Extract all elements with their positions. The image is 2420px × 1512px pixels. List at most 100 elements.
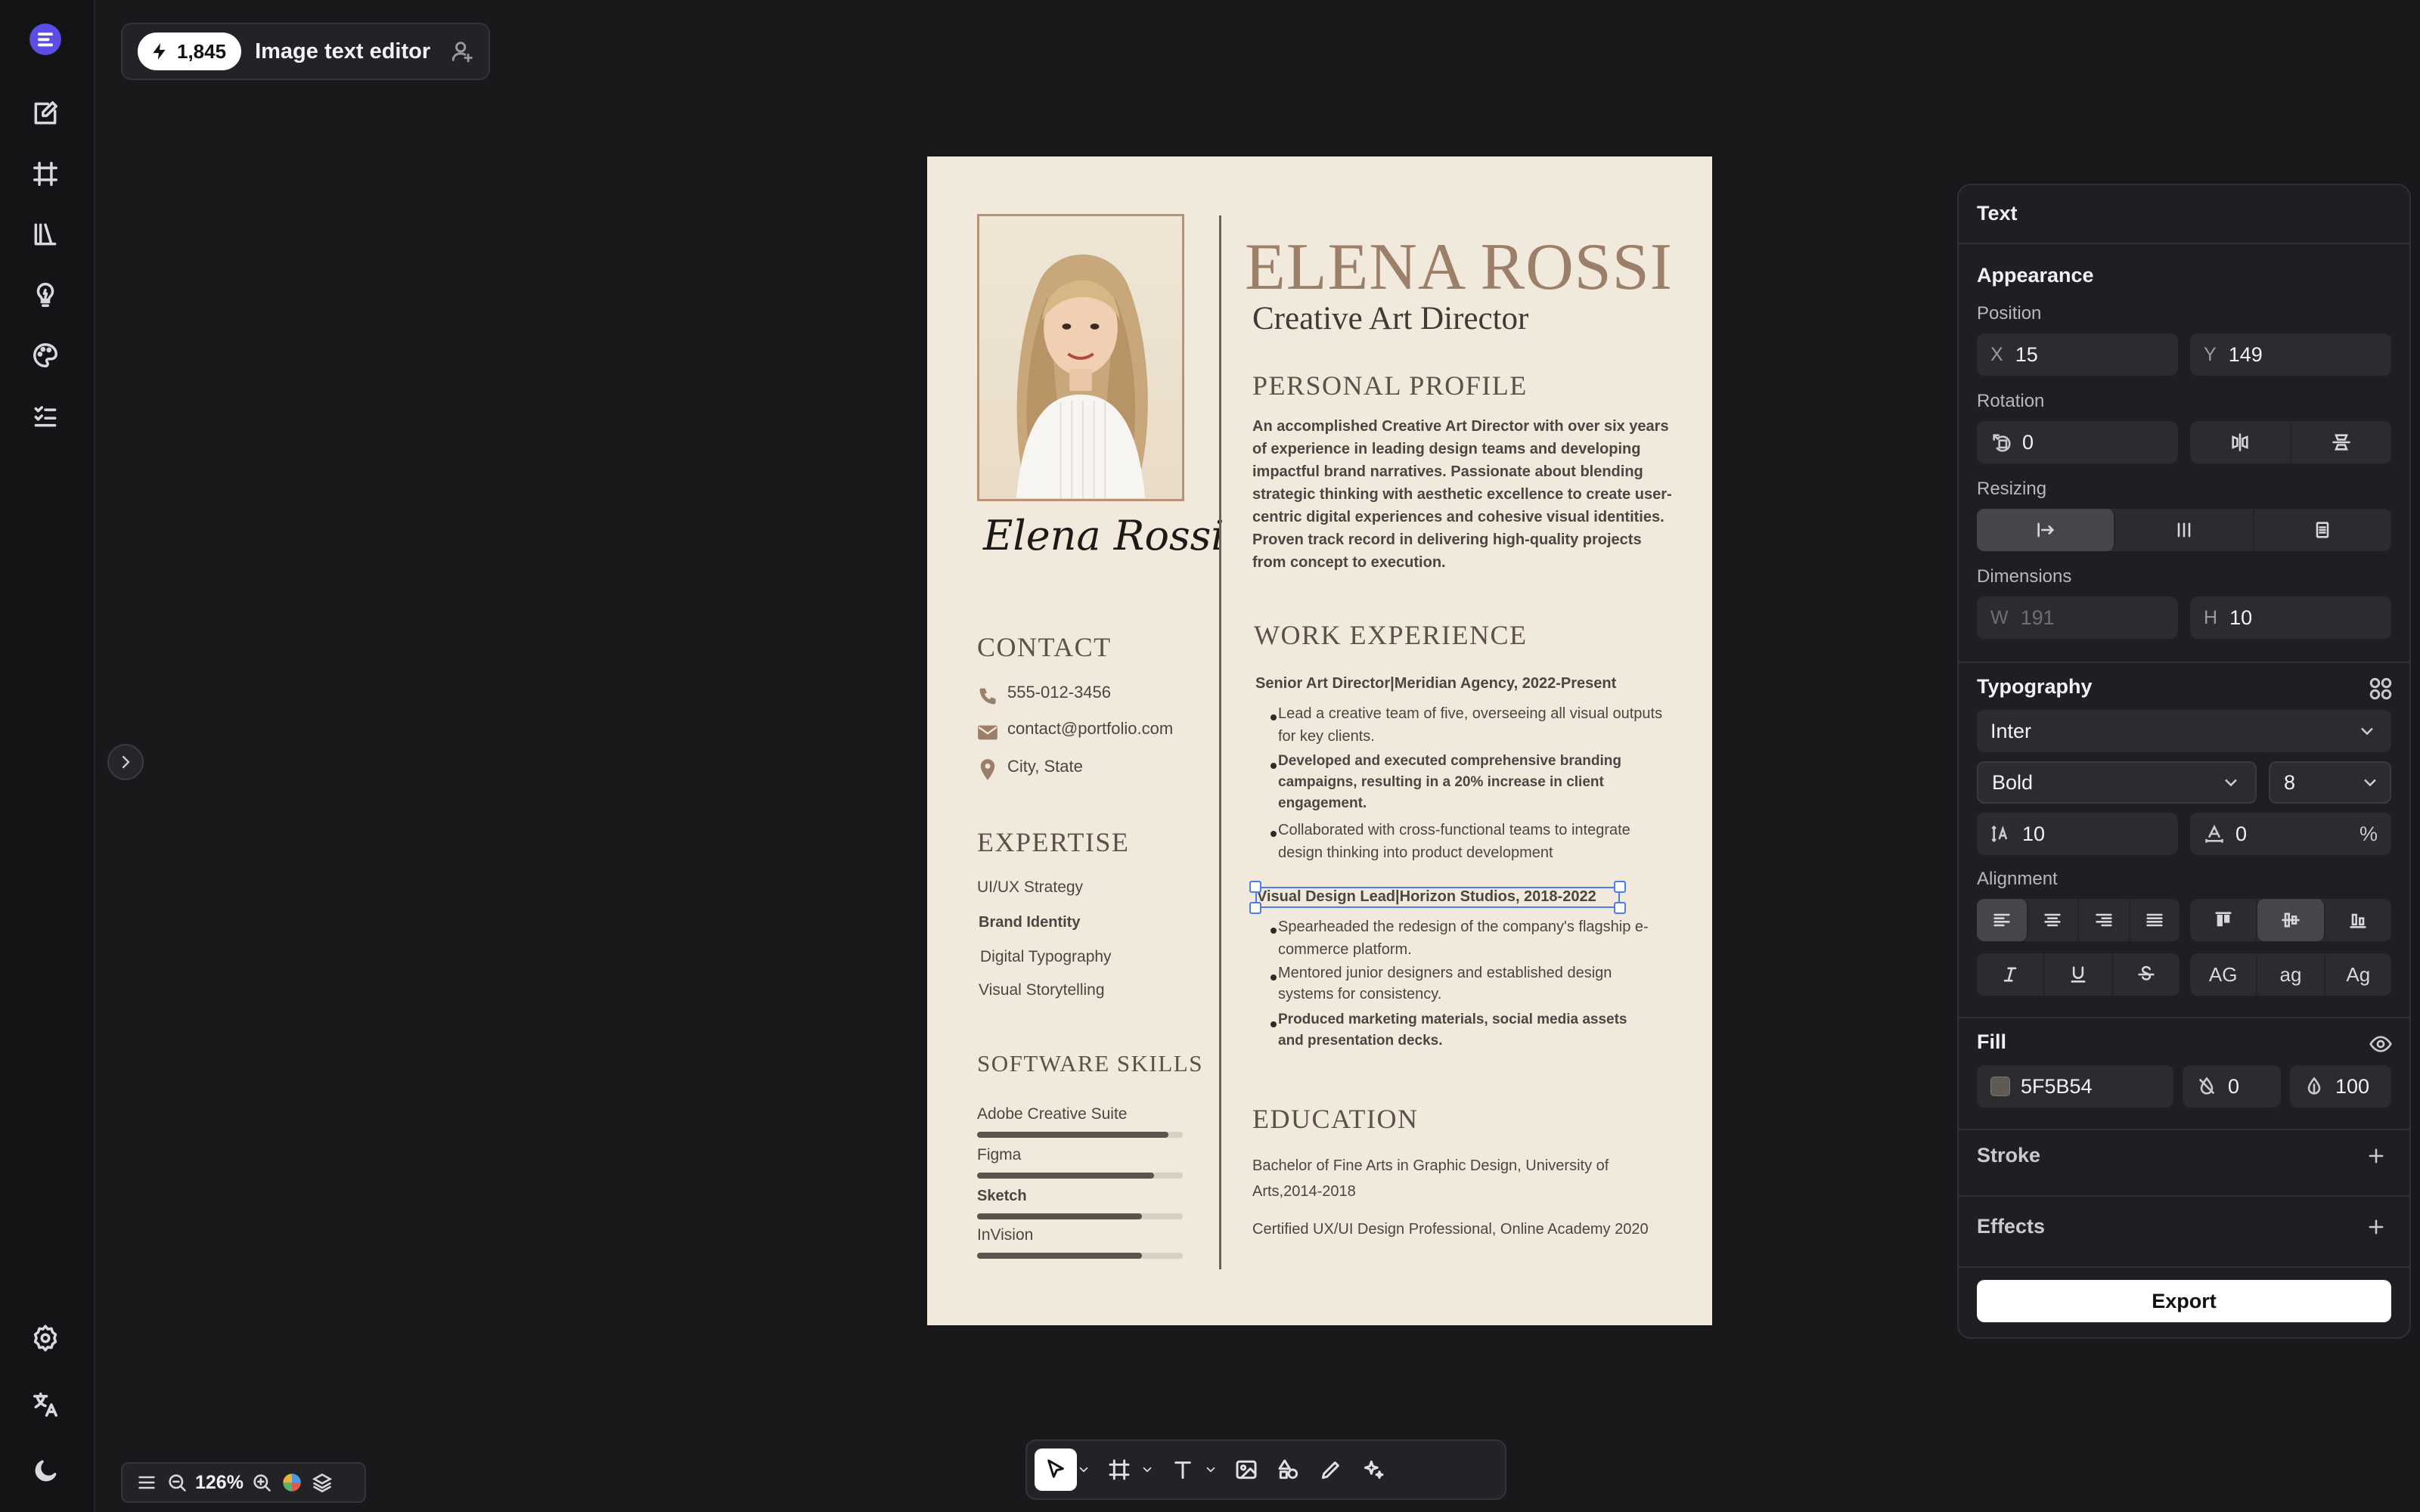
italic-button[interactable] [1977,953,2045,996]
palette-icon[interactable] [29,339,62,372]
fill-color-swatch[interactable] [1990,1077,2010,1096]
fill-opacity-input[interactable]: 100 [2290,1065,2391,1108]
chevron-down-icon[interactable] [1140,1463,1154,1476]
contact-email[interactable]: contact@portfolio.com [1007,717,1173,740]
edit-icon[interactable] [29,97,62,130]
moon-icon[interactable] [29,1455,62,1488]
education-item[interactable]: Certified UX/UI Design Professional, Onl… [1252,1216,1661,1242]
ai-tool-button[interactable] [1352,1448,1395,1491]
select-tool-button[interactable] [1035,1448,1077,1491]
text-tool-button[interactable] [1162,1448,1204,1491]
chevron-down-icon[interactable] [1204,1463,1218,1476]
work-heading[interactable]: WORK EXPERIENCE [1254,619,1527,651]
font-family-select[interactable]: Inter [1977,710,2391,752]
resize-handle[interactable] [1614,902,1626,914]
contact-heading[interactable]: CONTACT [977,631,1112,663]
library-icon[interactable] [29,218,62,251]
settings-icon[interactable] [29,1321,62,1355]
expertise-item[interactable]: UI/UX Strategy [977,876,1083,899]
job-bullet[interactable]: Collaborated with cross-functional teams… [1278,819,1671,864]
rotation-input[interactable]: 0 [1977,421,2178,463]
expertise-item[interactable]: Digital Typography [980,946,1112,968]
resize-handle[interactable] [1614,881,1626,893]
line-height-input[interactable]: 10 [1977,813,2178,855]
letter-spacing-input[interactable]: 0 % [2190,813,2391,855]
signature[interactable]: Elena Rossi [983,512,1224,559]
uppercase-button[interactable]: AG [2190,953,2258,996]
strikethrough-button[interactable] [2113,953,2180,996]
checklist-icon[interactable] [29,399,62,432]
software-heading[interactable]: SOFTWARE SKILLS [977,1050,1203,1077]
image-tool-button[interactable] [1225,1448,1267,1491]
app-logo-icon[interactable] [29,23,62,56]
profile-heading[interactable]: PERSONAL PROFILE [1252,370,1528,401]
add-effect-icon[interactable] [2366,1216,2387,1238]
resize-auto-width-button[interactable] [1977,509,2116,551]
align-center-button[interactable] [2028,899,2079,941]
pen-tool-button[interactable] [1310,1448,1352,1491]
lowercase-button[interactable]: ag [2257,953,2325,996]
layers-icon[interactable] [312,1472,333,1493]
color-wheel-icon[interactable] [281,1472,302,1493]
x-input[interactable]: X 15 [1977,333,2178,376]
resize-handle[interactable] [1249,902,1261,914]
menu-icon[interactable] [136,1472,157,1493]
lightbulb-icon[interactable] [29,278,62,311]
translate-icon[interactable] [29,1388,62,1421]
credits-badge[interactable]: 1,845 [138,33,242,70]
add-user-icon[interactable] [450,39,476,64]
software-name[interactable]: Figma [977,1144,1021,1167]
resize-handle[interactable] [1249,881,1261,893]
resume-name[interactable]: ELENA ROSSI [1245,229,1673,305]
y-input[interactable]: Y 149 [2190,333,2391,376]
export-button[interactable]: Export [1977,1280,2391,1322]
expertise-item[interactable]: Visual Storytelling [979,979,1105,1002]
align-top-button[interactable] [2190,899,2258,941]
height-input[interactable]: H 10 [2190,596,2391,639]
job-bullet[interactable]: Spearheaded the redesign of the company'… [1278,916,1671,961]
chevron-down-icon[interactable] [1077,1463,1091,1476]
width-input[interactable]: W 191 [1977,596,2178,639]
fill-color-input[interactable]: 5F5B54 [1977,1065,2173,1108]
expand-panel-button[interactable] [107,744,144,780]
software-name[interactable]: Sketch [977,1185,1027,1207]
align-left-button[interactable] [1977,899,2028,941]
flip-horizontal-button[interactable] [2190,421,2291,463]
job-bullet[interactable]: Developed and executed comprehensive bra… [1278,751,1656,814]
shapes-tool-button[interactable] [1267,1448,1310,1491]
education-item[interactable]: Bachelor of Fine Arts in Graphic Design,… [1252,1153,1661,1204]
align-right-button[interactable] [2079,899,2130,941]
align-justify-button[interactable] [2130,899,2180,941]
software-name[interactable]: InVision [977,1224,1033,1247]
frame-tool-button[interactable] [1098,1448,1140,1491]
project-title[interactable]: Image text editor [255,39,430,64]
text-styles-icon[interactable] [2367,675,2394,702]
effects-heading[interactable]: Effects [1977,1215,2045,1238]
eye-icon[interactable] [2369,1032,2393,1056]
text-selection-box[interactable] [1255,887,1620,908]
font-size-input[interactable]: 8 [2269,761,2391,804]
resume-role[interactable]: Creative Art Director [1252,300,1528,337]
zoom-out-icon[interactable] [166,1472,188,1493]
profile-text[interactable]: An accomplished Creative Art Director wi… [1252,415,1676,574]
job-bullet[interactable]: Mentored junior designers and establishe… [1278,962,1656,1005]
frame-icon[interactable] [29,157,62,191]
flip-vertical-button[interactable] [2291,421,2391,463]
stroke-heading[interactable]: Stroke [1977,1144,2040,1167]
job-title[interactable]: Senior Art Director|Meridian Agency, 202… [1255,672,1616,695]
contact-location[interactable]: City, State [1007,755,1083,778]
titlecase-button[interactable]: Ag [2325,953,2391,996]
expertise-heading[interactable]: EXPERTISE [977,826,1129,858]
contact-phone[interactable]: 555-012-3456 [1007,681,1111,704]
resize-fixed-button[interactable] [2254,509,2391,551]
education-heading[interactable]: EDUCATION [1252,1103,1418,1135]
zoom-level[interactable]: 126% [195,1472,244,1494]
zoom-in-icon[interactable] [251,1472,272,1493]
add-stroke-icon[interactable] [2366,1145,2387,1167]
align-middle-button[interactable] [2257,899,2325,941]
job-bullet[interactable]: Produced marketing materials, social med… [1278,1009,1656,1052]
profile-photo[interactable] [977,214,1184,501]
resize-auto-height-button[interactable] [2115,509,2254,551]
underline-button[interactable] [2045,953,2113,996]
expertise-item[interactable]: Brand Identity [979,911,1080,934]
